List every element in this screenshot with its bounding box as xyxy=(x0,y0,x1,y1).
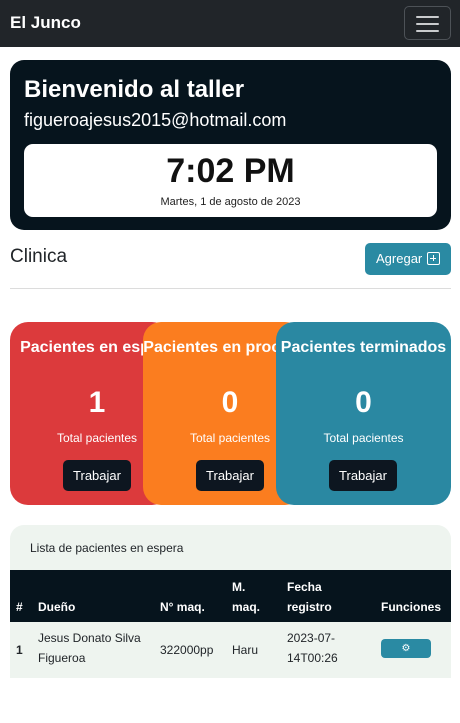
column-header: N° maq. xyxy=(160,600,205,614)
hamburger-bar xyxy=(416,16,439,18)
clock-time: 7:02 PM xyxy=(166,152,295,190)
welcome-title: Bienvenido al taller xyxy=(24,76,245,103)
work-button[interactable]: Trabajar xyxy=(196,460,264,491)
table-header: # Dueño N° maq. M. maq. Fecha registro F… xyxy=(10,570,451,622)
plus-square-icon xyxy=(427,252,440,265)
work-button[interactable]: Trabajar xyxy=(329,460,397,491)
stat-subtitle: Total pacientes xyxy=(323,431,404,445)
column-header: Dueño xyxy=(38,600,76,614)
hamburger-icon[interactable] xyxy=(404,6,451,40)
stat-card-finished: Pacientes terminados 0 Total pacientes T… xyxy=(276,322,451,505)
machine-model-cell: Haru xyxy=(232,643,259,657)
work-button[interactable]: Trabajar xyxy=(63,460,131,491)
clock-date: Martes, 1 de agosto de 2023 xyxy=(160,196,301,208)
patient-list-card: Lista de pacientes en espera # Dueño N° … xyxy=(10,525,451,678)
machine-number-cell: 322000pp xyxy=(160,643,214,657)
column-header: Fecha registro xyxy=(287,580,332,614)
hamburger-bar xyxy=(416,23,439,25)
divider xyxy=(10,288,451,289)
stat-count: 0 xyxy=(355,386,372,419)
column-header: # xyxy=(16,600,23,614)
section-title: Clinica xyxy=(10,246,68,267)
welcome-card: Bienvenido al taller figueroajesus2015@h… xyxy=(10,60,451,230)
hamburger-bar xyxy=(416,30,439,32)
owner-cell: Jesus Donato Silva Figueroa xyxy=(38,631,141,665)
column-header: Funciones xyxy=(381,600,442,614)
add-button[interactable]: Agregar xyxy=(365,243,451,275)
add-button-label: Agregar xyxy=(376,251,423,266)
column-header: M. maq. xyxy=(232,580,261,614)
list-header: Lista de pacientes en espera xyxy=(30,541,184,555)
brand-name[interactable]: El Junco xyxy=(10,13,81,33)
user-email: figueroajesus2015@hotmail.com xyxy=(24,110,287,130)
table-row: 1 Jesus Donato Silva Figueroa 322000pp H… xyxy=(10,622,451,678)
clock-box: 7:02 PM Martes, 1 de agosto de 2023 xyxy=(24,144,437,217)
settings-button[interactable]: ⚙ xyxy=(381,639,431,658)
stat-title: Pacientes terminados xyxy=(280,339,447,356)
navbar: El Junco xyxy=(0,0,460,47)
date-cell: 2023-07-14T00:26 xyxy=(287,631,338,665)
row-number: 1 xyxy=(16,643,23,657)
gear-icon: ⚙ xyxy=(401,643,411,654)
